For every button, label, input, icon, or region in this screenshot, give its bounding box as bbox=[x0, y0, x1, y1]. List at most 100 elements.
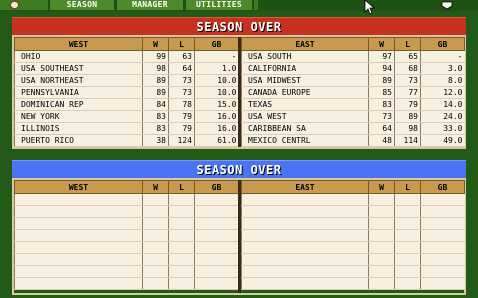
empty-cell bbox=[420, 229, 465, 242]
team-name: PUERTO RICO bbox=[14, 134, 143, 147]
empty-cell bbox=[14, 217, 143, 230]
games-behind: 49.0 bbox=[420, 134, 465, 147]
losses: 124 bbox=[168, 134, 195, 147]
col-header-east[interactable]: EAST bbox=[241, 37, 369, 51]
empty-cell bbox=[368, 193, 395, 206]
empty-cell bbox=[368, 253, 395, 266]
losses: 89 bbox=[394, 110, 421, 123]
empty-cell bbox=[168, 241, 195, 254]
losses: 73 bbox=[168, 86, 195, 99]
col-header-gb[interactable]: GB bbox=[420, 37, 465, 51]
empty-cell bbox=[168, 205, 195, 218]
east-standings-table: EAST W L GB USA SOUTH 97 65- CALIFORNIA 94 6… bbox=[241, 37, 465, 147]
empty-cell bbox=[194, 277, 239, 290]
empty-cell bbox=[142, 229, 169, 242]
empty-cell bbox=[194, 253, 239, 266]
col-header-east[interactable]: EAST bbox=[241, 180, 369, 194]
losses: 73 bbox=[168, 74, 195, 87]
col-header-w[interactable]: W bbox=[368, 37, 395, 51]
losses: 73 bbox=[394, 74, 421, 87]
losses: 63 bbox=[168, 50, 195, 63]
col-header-w[interactable]: W bbox=[142, 180, 169, 194]
table-row: USA SOUTH 97 65- bbox=[241, 50, 465, 63]
losses: 114 bbox=[394, 134, 421, 147]
empty-cell bbox=[394, 265, 421, 278]
table-row: USA SOUTHEAST 98 64 1.0 bbox=[14, 62, 239, 75]
empty-table-row bbox=[241, 229, 465, 242]
empty-cell bbox=[368, 277, 395, 290]
losses: 65 bbox=[394, 50, 421, 63]
team-name: ILLINOIS bbox=[14, 122, 143, 135]
empty-cell bbox=[394, 205, 421, 218]
empty-cell bbox=[14, 277, 143, 290]
wins: 85 bbox=[368, 86, 395, 99]
games-behind: 10.0 bbox=[194, 74, 239, 87]
empty-cell bbox=[241, 265, 369, 278]
team-name: OHIO bbox=[14, 50, 143, 63]
empty-cell bbox=[241, 277, 369, 290]
wins: 97 bbox=[368, 50, 395, 63]
team-name: USA MIDWEST bbox=[241, 74, 369, 87]
col-header-l[interactable]: L bbox=[394, 180, 421, 194]
team-name: TEXAS bbox=[241, 98, 369, 111]
empty-cell bbox=[142, 265, 169, 278]
empty-cell bbox=[168, 193, 195, 206]
wins: 89 bbox=[142, 74, 169, 87]
wins: 89 bbox=[368, 74, 395, 87]
wins: 94 bbox=[368, 62, 395, 75]
col-header-west[interactable]: WEST bbox=[14, 180, 143, 194]
empty-table-row bbox=[14, 277, 239, 290]
menu-manager[interactable]: MANAGER bbox=[117, 0, 183, 10]
empty-cell bbox=[241, 229, 369, 242]
col-header-gb[interactable]: GB bbox=[194, 37, 239, 51]
wins: 84 bbox=[142, 98, 169, 111]
wins: 38 bbox=[142, 134, 169, 147]
baseball-icon[interactable] bbox=[440, 0, 454, 10]
col-header-l[interactable]: L bbox=[168, 37, 195, 51]
losses: 68 bbox=[394, 62, 421, 75]
menu-icon-button[interactable] bbox=[0, 0, 48, 10]
empty-cell bbox=[394, 217, 421, 230]
empty-cell bbox=[14, 253, 143, 266]
col-header-gb[interactable]: GB bbox=[420, 180, 465, 194]
col-header-w[interactable]: W bbox=[142, 37, 169, 51]
team-name: CALIFORNIA bbox=[241, 62, 369, 75]
team-name: NEW YORK bbox=[14, 110, 143, 123]
empty-table-row bbox=[14, 253, 239, 266]
empty-cell bbox=[420, 265, 465, 278]
losses: 79 bbox=[394, 98, 421, 111]
table-row: MEXICO CENTRL 48 114 49.0 bbox=[241, 134, 465, 147]
col-header-gb[interactable]: GB bbox=[194, 180, 239, 194]
col-header-west[interactable]: WEST bbox=[14, 37, 143, 51]
empty-cell bbox=[142, 217, 169, 230]
empty-cell bbox=[14, 229, 143, 242]
col-header-l[interactable]: L bbox=[394, 37, 421, 51]
table-row: PUERTO RICO 38 124 61.0 bbox=[14, 134, 239, 147]
empty-table-row bbox=[241, 205, 465, 218]
games-behind: 24.0 bbox=[420, 110, 465, 123]
team-name: USA SOUTHEAST bbox=[14, 62, 143, 75]
empty-table-row bbox=[14, 193, 239, 206]
team-name: USA WEST bbox=[241, 110, 369, 123]
empty-cell bbox=[142, 193, 169, 206]
games-behind: 8.0 bbox=[420, 74, 465, 87]
empty-table-row bbox=[241, 193, 465, 206]
losses: 77 bbox=[394, 86, 421, 99]
empty-cell bbox=[194, 193, 239, 206]
losses: 64 bbox=[168, 62, 195, 75]
games-behind: 61.0 bbox=[194, 134, 239, 147]
empty-cell bbox=[394, 229, 421, 242]
west-standings-table: WEST W L GB OHIO 99 63- USA SOUTHEAST 98 64 1… bbox=[14, 37, 239, 147]
empty-cell bbox=[420, 205, 465, 218]
menu-utilities[interactable]: UTILITIES bbox=[186, 0, 252, 10]
games-behind: - bbox=[420, 50, 465, 63]
empty-cell bbox=[394, 193, 421, 206]
empty-cell bbox=[142, 205, 169, 218]
col-header-w[interactable]: W bbox=[368, 180, 395, 194]
col-header-l[interactable]: L bbox=[168, 180, 195, 194]
table-row: USA MIDWEST 89 73 8.0 bbox=[241, 74, 465, 87]
losses: 79 bbox=[168, 110, 195, 123]
empty-cell bbox=[368, 205, 395, 218]
games-behind: 16.0 bbox=[194, 110, 239, 123]
menu-season[interactable]: SEASON bbox=[50, 0, 114, 10]
